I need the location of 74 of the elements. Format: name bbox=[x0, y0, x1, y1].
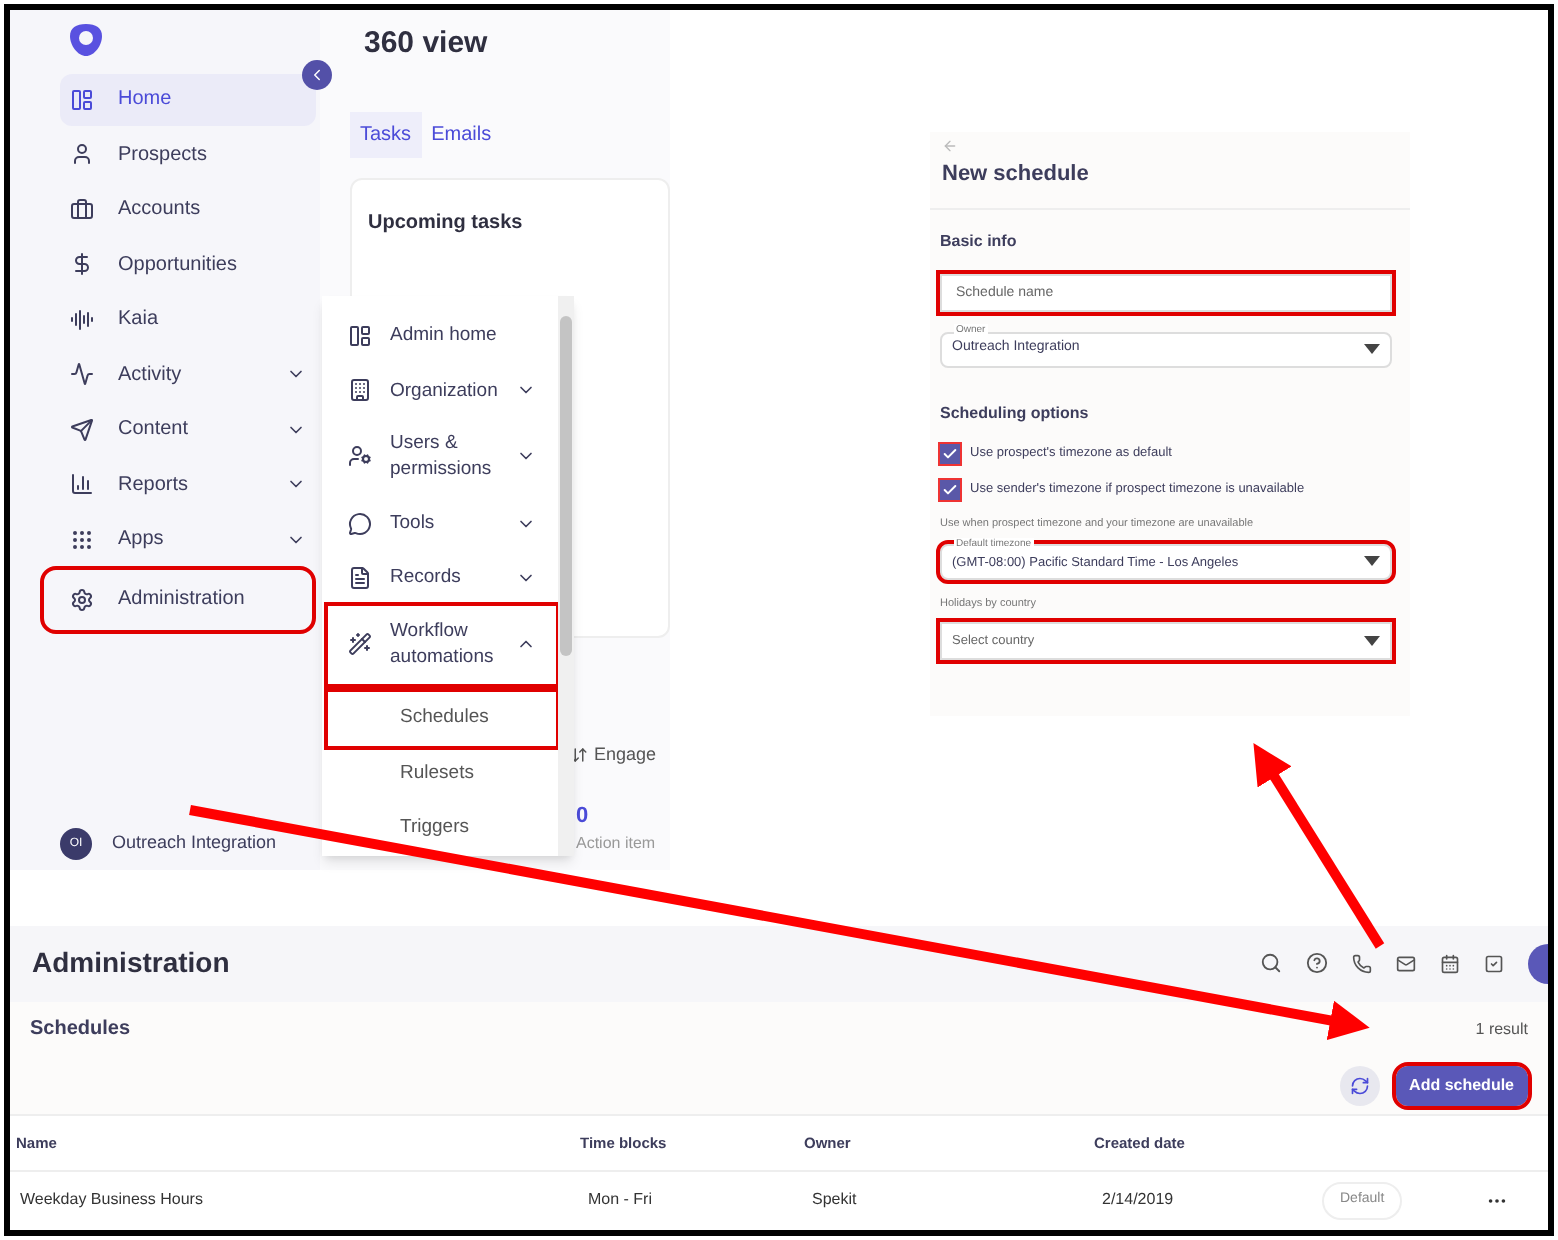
waveform-icon bbox=[70, 307, 94, 332]
menu-item[interactable]: Tools bbox=[328, 495, 556, 551]
user-gear-icon bbox=[348, 444, 372, 469]
submenu-item[interactable]: Schedules bbox=[328, 691, 556, 747]
checkbox[interactable] bbox=[940, 443, 960, 463]
building-icon bbox=[348, 378, 372, 403]
sidebar-item[interactable]: Accounts bbox=[60, 184, 316, 235]
sidebar-item[interactable]: Reports bbox=[60, 459, 316, 510]
sidebar-item[interactable]: Activity bbox=[60, 349, 316, 400]
count-value: 0 bbox=[576, 802, 589, 832]
mail-icon[interactable] bbox=[1396, 953, 1416, 974]
gear-icon bbox=[70, 587, 94, 611]
result-count: 1 result bbox=[1475, 1017, 1528, 1042]
menu-item[interactable]: Workflow automations bbox=[328, 605, 556, 684]
logo-icon bbox=[68, 22, 104, 58]
avatar-icon[interactable] bbox=[1528, 943, 1548, 984]
sidebar-item[interactable]: Opportunities bbox=[60, 239, 316, 290]
tab[interactable]: Tasks bbox=[350, 111, 422, 157]
phone-icon[interactable] bbox=[1352, 953, 1372, 974]
submenu-item[interactable]: Triggers bbox=[328, 801, 556, 856]
page-title: Administration bbox=[32, 944, 232, 983]
caret-icon bbox=[1364, 636, 1380, 646]
caret-icon bbox=[1364, 556, 1380, 567]
calendar-icon[interactable] bbox=[1440, 953, 1460, 974]
refresh-icon bbox=[1349, 1075, 1370, 1096]
sidebar-item[interactable]: Prospects bbox=[60, 129, 316, 180]
sidebar-item[interactable]: Administration bbox=[44, 569, 312, 629]
menu-item[interactable]: Users & permissions bbox=[328, 417, 556, 496]
tab[interactable]: Emails bbox=[421, 111, 502, 157]
table-cell-text: Mon - Fri bbox=[588, 1188, 654, 1213]
document-icon bbox=[348, 565, 372, 590]
check-icon bbox=[942, 445, 958, 461]
bar-chart-icon bbox=[70, 472, 94, 497]
section-title: Scheduling options bbox=[940, 401, 1091, 425]
card-title: Upcoming tasks bbox=[368, 211, 523, 233]
add-schedule-button[interactable]: Add schedule bbox=[1395, 1065, 1528, 1106]
user-name: Outreach Integration bbox=[112, 830, 277, 857]
count-label: Action item bbox=[576, 832, 656, 856]
menu-item[interactable]: Admin home bbox=[328, 308, 556, 363]
sort-icon bbox=[570, 746, 588, 765]
grid-icon bbox=[70, 527, 94, 552]
chevron-left-icon bbox=[308, 66, 326, 84]
sort-label: Engage bbox=[594, 742, 657, 768]
briefcase-icon bbox=[70, 197, 94, 222]
help-icon[interactable] bbox=[1306, 952, 1328, 975]
wand-icon bbox=[348, 632, 372, 657]
page-title: 360 view bbox=[364, 24, 490, 64]
submenu-item[interactable]: Rulesets bbox=[328, 746, 556, 802]
activity-icon bbox=[70, 362, 94, 387]
section-title: Schedules bbox=[30, 1016, 131, 1045]
checkbox[interactable] bbox=[940, 479, 960, 499]
panel-title: New schedule bbox=[942, 160, 1091, 190]
caret-icon bbox=[1364, 344, 1380, 354]
check-icon bbox=[942, 481, 958, 497]
person-icon bbox=[70, 142, 94, 167]
sidebar-item[interactable]: Home bbox=[60, 74, 316, 125]
section-title: Basic info bbox=[940, 229, 1019, 253]
sidebar-item[interactable]: Content bbox=[60, 404, 316, 455]
sidebar-item[interactable]: Kaia bbox=[60, 294, 316, 345]
layout-icon bbox=[70, 87, 94, 112]
menu-item[interactable]: Records bbox=[328, 550, 556, 606]
search-icon[interactable] bbox=[1260, 952, 1282, 975]
menu-item[interactable]: Organization bbox=[328, 362, 556, 418]
layout-icon bbox=[348, 323, 372, 348]
table-cell-text: Spekit bbox=[812, 1188, 859, 1213]
dollar-icon bbox=[70, 252, 94, 277]
paper-plane-icon bbox=[70, 417, 94, 442]
collapse-button[interactable] bbox=[302, 60, 332, 90]
sidebar-item[interactable]: Apps bbox=[60, 514, 316, 565]
table-cell-text: 2/14/2019 bbox=[1102, 1188, 1176, 1213]
table-cell-text: Weekday Business Hours bbox=[20, 1188, 205, 1213]
refresh-button[interactable] bbox=[1339, 1065, 1380, 1106]
scrollbar[interactable] bbox=[558, 296, 574, 856]
task-icon[interactable] bbox=[1484, 953, 1504, 974]
